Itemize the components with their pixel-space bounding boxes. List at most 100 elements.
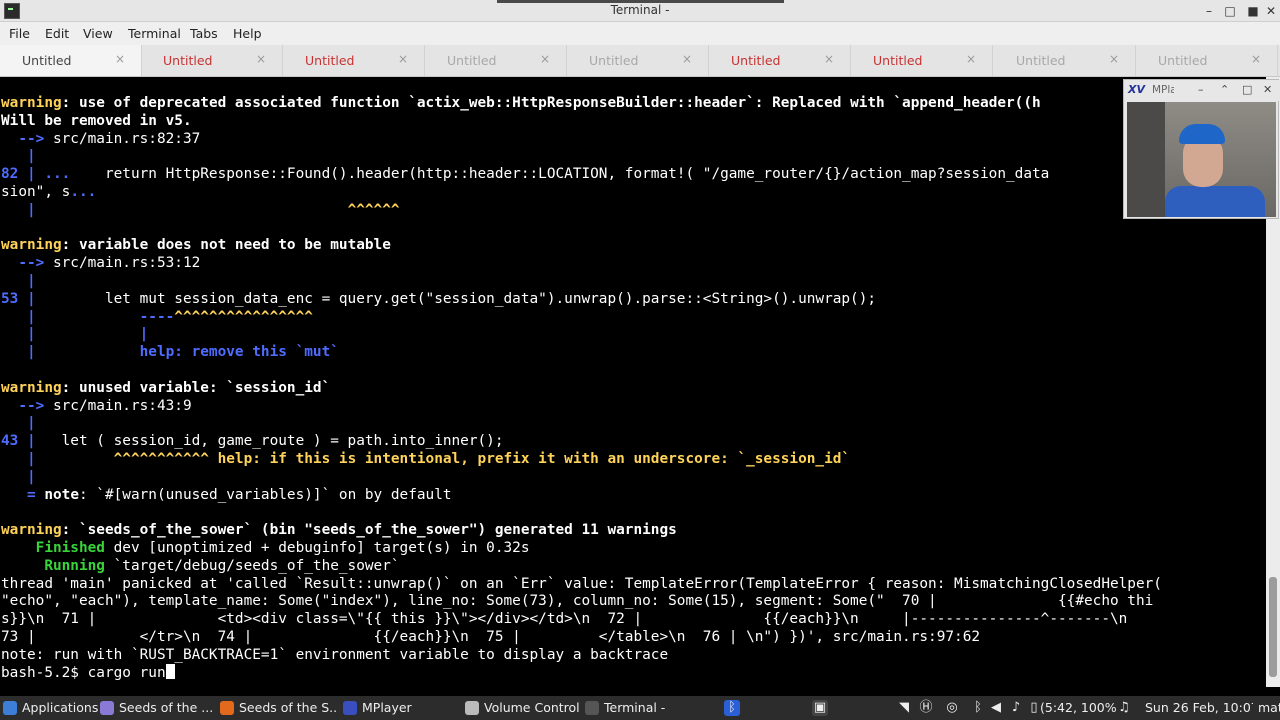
taskbar-item-2[interactable]: Seeds of the ... <box>97 696 213 720</box>
tab-close-icon[interactable]: × <box>1109 52 1119 66</box>
tab-9[interactable]: Untitled × <box>1136 45 1278 76</box>
terminal-text: --> <box>1 255 53 272</box>
terminal-text: = <box>1 486 45 503</box>
menu-tabs[interactable]: Tabs <box>190 26 218 41</box>
terminal-text: : variable does not need to be mutable <box>61 237 391 254</box>
mplayer-up-icon[interactable]: ⌃ <box>1220 83 1229 96</box>
terminal-text: warning <box>1 95 62 111</box>
terminal-text: src/main.rs:82:37 <box>52 130 201 147</box>
terminal-line: "echo", "each"), template_name: Some("in… <box>1 592 1153 610</box>
terminal-text: Running <box>1 557 105 574</box>
clock[interactable]: Sun 26 Feb, 10:07 <box>1145 696 1253 720</box>
tab-6[interactable]: Untitled × <box>709 45 851 76</box>
tab-close-icon[interactable]: × <box>115 52 125 66</box>
menu-help[interactable]: Help <box>233 26 262 41</box>
tab-label: Untitled <box>1016 53 1066 68</box>
taskbar-item-1[interactable]: Applications <box>0 696 98 720</box>
menu-bar: File Edit View Terminal Tabs Help <box>0 22 1280 45</box>
notification-bell-icon[interactable]: ♫ <box>1116 700 1132 716</box>
network-icon[interactable]: ◎ <box>944 700 960 716</box>
terminal-line: --> src/main.rs:82:37 <box>1 130 200 148</box>
terminal-text: 43 | <box>1 433 36 450</box>
terminal-line: s}}\n 71 | <td><div class=\"{{ this }}\"… <box>1 610 1127 628</box>
tab-5[interactable]: Untitled × <box>567 45 709 76</box>
terminal-text: 82 | ... <box>1 166 71 183</box>
taskbar-item-3[interactable]: Seeds of the S... <box>217 696 337 720</box>
terminal-text: bash-5.2$ cargo run <box>1 664 166 681</box>
terminal-text: | <box>1 201 36 218</box>
terminal-line: warning: unused variable: `session_id` <box>1 379 330 397</box>
close-icon[interactable]: ✕ <box>1262 2 1280 20</box>
terminal-text: warning <box>1 379 62 396</box>
terminal-text: | <box>1 273 36 289</box>
tab-label: Untitled <box>589 53 639 68</box>
speaker-icon[interactable]: ◀ <box>988 700 1004 716</box>
taskbar-item-label: MPlayer <box>362 700 412 715</box>
restore-icon[interactable]: □ <box>1221 2 1239 20</box>
taskbar-item-4[interactable]: MPlayer <box>340 696 460 720</box>
terminal-output[interactable]: warning: use of deprecated associated fu… <box>0 77 1266 687</box>
taskbar: Applications Seeds of the ... Seeds of the… <box>0 696 1280 720</box>
tab-1[interactable]: Untitled × <box>0 45 142 76</box>
minimize-icon[interactable]: – <box>1200 2 1218 20</box>
terminal-line: warning: use of deprecated associated fu… <box>1 94 1041 112</box>
volume-tray-icon[interactable]: ♪ <box>1008 700 1024 716</box>
terminal-line: --> src/main.rs:53:12 <box>1 254 200 272</box>
wifi-icon[interactable]: ◥ <box>896 700 912 716</box>
bluetooth-icon[interactable]: ᛒ <box>724 700 740 716</box>
taskbar-item-5[interactable]: Volume Control <box>462 696 582 720</box>
web-browser-icon <box>100 701 114 715</box>
terminal-line: | help: remove this `mut` <box>1 343 339 361</box>
tab-7[interactable]: Untitled × <box>851 45 993 76</box>
terminal-text: note: run with `RUST_BACKTRACE=1` enviro… <box>1 646 669 663</box>
maximize-icon[interactable]: ■ <box>1244 2 1262 20</box>
taskbar-item-label: Volume Control <box>484 700 580 715</box>
terminal-line: warning: `seeds_of_the_sower` (bin "seed… <box>1 521 677 539</box>
menu-terminal[interactable]: Terminal <box>128 26 181 41</box>
terminal-cursor <box>165 663 175 679</box>
terminal-line: Finished dev [unoptimized + debuginfo] t… <box>1 539 530 557</box>
terminal-launcher-icon[interactable]: ▣ <box>812 700 828 716</box>
tab-close-icon[interactable]: × <box>824 52 834 66</box>
taskbar-item-6[interactable]: Terminal - <box>582 696 692 720</box>
terminal-line: | <box>1 272 36 290</box>
mplayer-maximize-icon[interactable]: □ <box>1242 83 1252 96</box>
terminal-text: : use of deprecated associated function … <box>61 95 1041 111</box>
window-titlebar[interactable]: Terminal - – □ ■ ✕ <box>0 0 1280 22</box>
menu-view[interactable]: View <box>83 26 113 41</box>
terminal-text: warning <box>1 522 62 539</box>
terminal-line: | | <box>1 325 148 343</box>
tab-close-icon[interactable]: × <box>256 52 266 66</box>
firefox-icon <box>220 701 234 715</box>
tab-label: Untitled <box>305 53 355 68</box>
scrollbar-thumb[interactable] <box>1269 577 1277 677</box>
hp-icon[interactable]: Ⓗ <box>918 700 934 716</box>
terminal-line: | ^^^^^^^^^^^ help: if this is intention… <box>1 450 850 468</box>
tab-close-icon[interactable]: × <box>398 52 408 66</box>
terminal-text: s}}\n 71 | <td><div class=\"{{ this }}\"… <box>1 611 1128 628</box>
bluetooth-tray-icon[interactable]: ᛒ <box>970 700 986 716</box>
terminal-text: Finished <box>1 540 105 556</box>
tab-2[interactable]: Untitled × <box>141 45 283 76</box>
tab-4[interactable]: Untitled × <box>425 45 567 76</box>
battery-status[interactable]: (5:42, 100%) <box>1040 696 1116 720</box>
tab-close-icon[interactable]: × <box>682 52 692 66</box>
tab-close-icon[interactable]: × <box>540 52 550 66</box>
tab-8[interactable]: Untitled × <box>994 45 1136 76</box>
terminal-text: 73 | </tr>\n 74 | {{/each}}\n 75 | </tab… <box>1 629 981 645</box>
mplayer-minimize-icon[interactable]: – <box>1198 83 1204 96</box>
mplayer-titlebar[interactable]: XV MPlayer – ⌃ □ ✕ <box>1124 80 1280 101</box>
terminal-line: | <box>1 468 36 486</box>
tab-3[interactable]: Untitled × <box>283 45 425 76</box>
mplayer-window[interactable]: XV MPlayer – ⌃ □ ✕ <box>1123 79 1280 219</box>
menu-file[interactable]: File <box>9 26 30 41</box>
tab-label: Untitled <box>873 53 923 68</box>
terminal-text: ... <box>70 184 97 200</box>
user-name[interactable]: math <box>1258 696 1280 720</box>
menu-edit[interactable]: Edit <box>45 26 69 41</box>
mplayer-close-icon[interactable]: ✕ <box>1263 83 1272 96</box>
tab-close-icon[interactable]: × <box>1251 52 1261 66</box>
tab-label: Untitled <box>731 53 781 68</box>
tab-close-icon[interactable]: × <box>966 52 976 66</box>
